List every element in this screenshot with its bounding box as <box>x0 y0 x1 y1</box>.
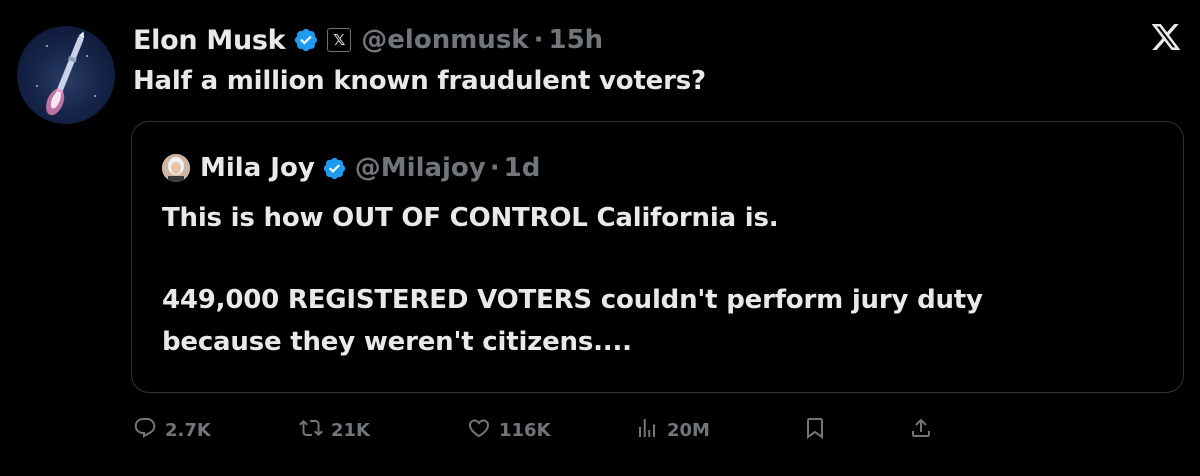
like-button[interactable]: 116K <box>467 412 551 448</box>
views-button[interactable]: 20M <box>635 412 710 448</box>
verified-badge-icon <box>322 156 347 181</box>
quote-tweet[interactable]: Mila Joy @Milajoy · 1d This is how OUT O… <box>131 121 1184 393</box>
views-icon <box>635 416 659 444</box>
tweet: Elon Musk 𝕏 @elonmusk · 15h Half a milli… <box>0 0 1200 476</box>
action-bar: 2.7K 21K 116K 20M <box>133 412 953 448</box>
author-name[interactable]: Elon Musk <box>133 25 286 56</box>
repost-button[interactable]: 21K <box>299 412 370 448</box>
quote-author-handle[interactable]: @Milajoy <box>355 153 486 183</box>
share-icon <box>909 416 933 444</box>
timestamp[interactable]: 15h <box>548 25 603 55</box>
like-count: 116K <box>499 419 551 441</box>
repost-count: 21K <box>331 419 370 441</box>
author-handle[interactable]: @elonmusk <box>361 25 528 55</box>
verified-badge-icon <box>293 27 319 53</box>
quote-text-line: 449,000 REGISTERED VOTERS couldn't perfo… <box>162 285 983 315</box>
quote-timestamp[interactable]: 1d <box>504 153 541 183</box>
separator-dot: · <box>489 153 500 183</box>
separator-dot: · <box>533 25 544 55</box>
tweet-text: Half a million known fraudulent voters? <box>133 66 706 96</box>
heart-icon <box>467 416 491 444</box>
quote-avatar[interactable] <box>162 154 190 182</box>
quote-text-line: This is how OUT OF CONTROL California is… <box>162 203 779 233</box>
bookmark-button[interactable] <box>803 412 827 448</box>
affiliate-badge[interactable]: 𝕏 <box>327 28 352 52</box>
quote-header: Mila Joy @Milajoy · 1d <box>162 150 540 186</box>
quote-text-line: because they weren't citizens.... <box>162 327 632 357</box>
reply-icon <box>133 416 157 444</box>
share-button[interactable] <box>909 412 933 448</box>
reply-button[interactable]: 2.7K <box>133 412 211 448</box>
quote-author-name[interactable]: Mila Joy <box>200 153 315 183</box>
view-count: 20M <box>667 419 710 441</box>
x-logo-icon[interactable] <box>1150 20 1182 54</box>
repost-icon <box>299 416 323 444</box>
avatar[interactable] <box>17 26 115 124</box>
tweet-header: Elon Musk 𝕏 @elonmusk · 15h <box>133 20 603 60</box>
reply-count: 2.7K <box>165 419 211 441</box>
bookmark-icon <box>803 416 827 444</box>
